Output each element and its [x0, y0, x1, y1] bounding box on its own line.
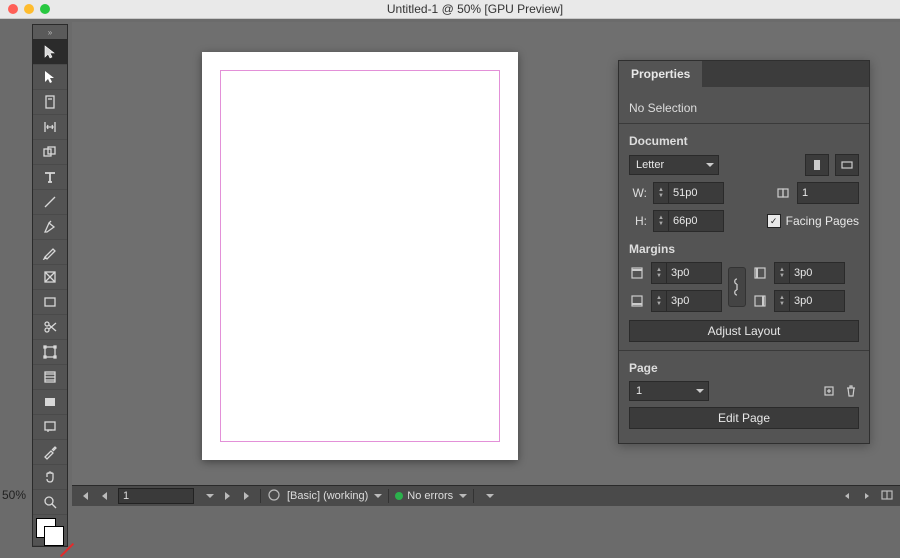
height-label: H:: [629, 214, 647, 228]
rectangle-tool[interactable]: [33, 290, 67, 315]
content-collector-tool[interactable]: [33, 140, 67, 165]
margin-bottom-stepper[interactable]: ▲▼: [651, 290, 722, 312]
hand-tool[interactable]: [33, 465, 67, 490]
margin-top-input[interactable]: [667, 267, 721, 279]
new-page-icon[interactable]: [821, 383, 837, 399]
facing-pages-checkbox[interactable]: ✓ Facing Pages: [767, 214, 859, 228]
page-tool[interactable]: [33, 90, 67, 115]
height-input[interactable]: [669, 215, 723, 227]
margin-left-icon: [752, 265, 768, 281]
pen-tool[interactable]: [33, 215, 67, 240]
tab-properties[interactable]: Properties: [619, 61, 702, 87]
close-window-icon[interactable]: [8, 4, 18, 14]
margin-right-input[interactable]: [790, 295, 844, 307]
margin-left-input[interactable]: [790, 267, 844, 279]
prev-page-button[interactable]: [98, 489, 112, 503]
orientation-landscape-button[interactable]: [835, 154, 859, 176]
errors-dropdown[interactable]: No errors: [395, 490, 467, 502]
orientation-portrait-button[interactable]: [805, 154, 829, 176]
toolbox: [32, 40, 68, 547]
adjust-layout-button[interactable]: Adjust Layout: [629, 320, 859, 342]
selection-status: No Selection: [629, 101, 859, 115]
margin-bottom-input[interactable]: [667, 295, 721, 307]
rectangle-frame-tool[interactable]: [33, 265, 67, 290]
scroll-left-button[interactable]: [840, 489, 854, 503]
margin-guides: [220, 70, 500, 442]
page-size-select[interactable]: Letter: [629, 155, 719, 175]
edit-page-button[interactable]: Edit Page: [629, 407, 859, 429]
pages-stepper[interactable]: [797, 182, 859, 204]
scroll-right-button[interactable]: [860, 489, 874, 503]
link-margins-toggle[interactable]: [728, 267, 746, 307]
type-tool[interactable]: [33, 165, 67, 190]
page-number-select[interactable]: 1: [629, 381, 709, 401]
toolbox-panel: »: [32, 24, 68, 547]
direct-selection-tool[interactable]: [33, 65, 67, 90]
line-tool[interactable]: [33, 190, 67, 215]
page-number-field[interactable]: [118, 488, 194, 504]
margin-right-icon: [752, 293, 768, 309]
checkmark-icon: ✓: [767, 214, 781, 228]
document-title: Untitled-1 @ 50% [GPU Preview]: [50, 2, 900, 16]
first-page-button[interactable]: [78, 489, 92, 503]
margin-right-stepper[interactable]: ▲▼: [774, 290, 845, 312]
pages-icon: [775, 185, 791, 201]
free-transform-tool[interactable]: [33, 340, 67, 365]
page-dropdown[interactable]: [200, 494, 214, 498]
facing-pages-label: Facing Pages: [786, 214, 859, 228]
titlebar: Untitled-1 @ 50% [GPU Preview]: [0, 0, 900, 19]
pencil-tool[interactable]: [33, 240, 67, 265]
preflight-profile-label: [Basic] (working): [287, 490, 368, 502]
section-document-heading: Document: [629, 134, 859, 148]
status-bar: [Basic] (working) No errors: [72, 485, 900, 506]
fill-stroke-swatch[interactable]: [33, 515, 67, 546]
margin-top-icon: [629, 265, 645, 281]
selection-tool[interactable]: [33, 40, 67, 65]
gradient-swatch-tool[interactable]: [33, 365, 67, 390]
note-tool[interactable]: [33, 415, 67, 440]
margin-top-stepper[interactable]: ▲▼: [651, 262, 722, 284]
preflight-menu-icon[interactable]: [267, 488, 281, 505]
split-view-icon[interactable]: [880, 488, 894, 505]
panel-tab-bar: Properties: [619, 61, 869, 87]
margin-bottom-icon: [629, 293, 645, 309]
maximize-window-icon[interactable]: [40, 4, 50, 14]
last-page-button[interactable]: [240, 489, 254, 503]
pages-input[interactable]: [798, 187, 848, 199]
properties-panel: Properties No Selection Document Letter …: [618, 60, 870, 444]
width-input[interactable]: [669, 187, 723, 199]
status-extra-dropdown[interactable]: [480, 494, 494, 498]
width-stepper[interactable]: ▲▼: [653, 182, 724, 204]
scissors-tool[interactable]: [33, 315, 67, 340]
next-page-button[interactable]: [220, 489, 234, 503]
margin-left-stepper[interactable]: ▲▼: [774, 262, 845, 284]
trash-icon[interactable]: [843, 383, 859, 399]
section-page-heading: Page: [629, 361, 859, 375]
zoom-tool[interactable]: [33, 490, 67, 515]
section-margins-heading: Margins: [629, 242, 859, 256]
zoom-level-label: 50%: [2, 488, 26, 502]
window-controls: [0, 4, 50, 14]
gap-tool[interactable]: [33, 115, 67, 140]
width-label: W:: [629, 186, 647, 200]
preflight-profile-dropdown[interactable]: [Basic] (working): [287, 490, 382, 502]
gradient-feather-tool[interactable]: [33, 390, 67, 415]
errors-label: No errors: [407, 490, 453, 502]
toolbox-header[interactable]: »: [32, 24, 68, 40]
status-ok-icon: [395, 492, 403, 500]
eyedropper-tool[interactable]: [33, 440, 67, 465]
document-page[interactable]: [202, 52, 518, 460]
minimize-window-icon[interactable]: [24, 4, 34, 14]
height-stepper[interactable]: ▲▼: [653, 210, 724, 232]
